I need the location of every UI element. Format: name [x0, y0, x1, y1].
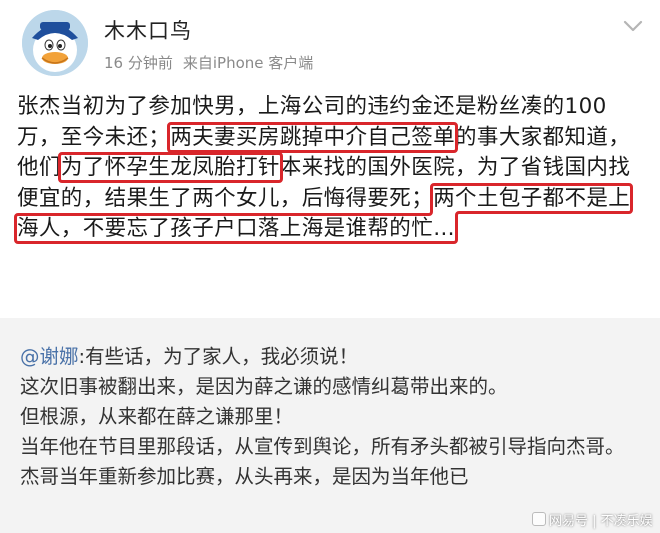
watermark: 网易号 | 不凑乐娱 [532, 508, 654, 530]
repost-line-text: :有些话，为了家人，我必须说！ [78, 345, 359, 368]
post-meta: 16 分钟前 来自iPhone 客户端 [104, 52, 313, 73]
repost-line: 杰哥当年重新参加比赛，从头再来，是因为当年他已 [20, 465, 469, 488]
repost-block[interactable]: @谢娜:有些话，为了家人，我必须说！ 这次旧事被翻出来，是因为薛之谦的感情纠葛带… [0, 330, 660, 533]
highlight-box-1: 两夫妻买房跳掉中介自己签单 [167, 121, 459, 153]
repost-text: @谢娜:有些话，为了家人，我必须说！ 这次旧事被翻出来，是因为薛之谦的感情纠葛带… [20, 342, 640, 492]
repost-line: 这次旧事被翻出来，是因为薛之谦的感情纠葛带出来的。 [20, 375, 508, 398]
author-name[interactable]: 木木口鸟 [104, 15, 192, 45]
avatar[interactable] [22, 10, 88, 76]
weibo-post: 木木口鸟 16 分钟前 来自iPhone 客户端 张杰当初为了参加快男，上海公司的… [0, 0, 660, 533]
post-content: 张杰当初为了参加快男，上海公司的违约金还是粉丝凑的100万，至今未还；两夫妻买房… [13, 92, 647, 245]
repost-line: @谢娜:有些话，为了家人，我必须说！ [20, 342, 640, 372]
chevron-down-icon[interactable] [622, 18, 644, 34]
highlight-box-2: 为了怀孕生龙凤胎打针 [57, 152, 283, 183]
post-source: 来自iPhone 客户端 [182, 54, 314, 72]
post-time: 16 分钟前 [104, 54, 173, 72]
mention-link[interactable]: @谢娜 [20, 345, 79, 368]
post-header: 木木口鸟 16 分钟前 来自iPhone 客户端 [0, 0, 660, 84]
repost-line: 但根源，从来都在薛之谦那里！ [20, 405, 294, 428]
watermark-logo-icon [532, 512, 546, 526]
watermark-text: 网易号 | 不凑乐娱 [549, 513, 653, 529]
repost-line: 当年他在节目里那段话，从宣传到舆论，所有矛头都被引导指向杰哥。 [20, 435, 625, 458]
divider [0, 318, 660, 330]
donald-duck-avatar-icon [22, 10, 88, 76]
